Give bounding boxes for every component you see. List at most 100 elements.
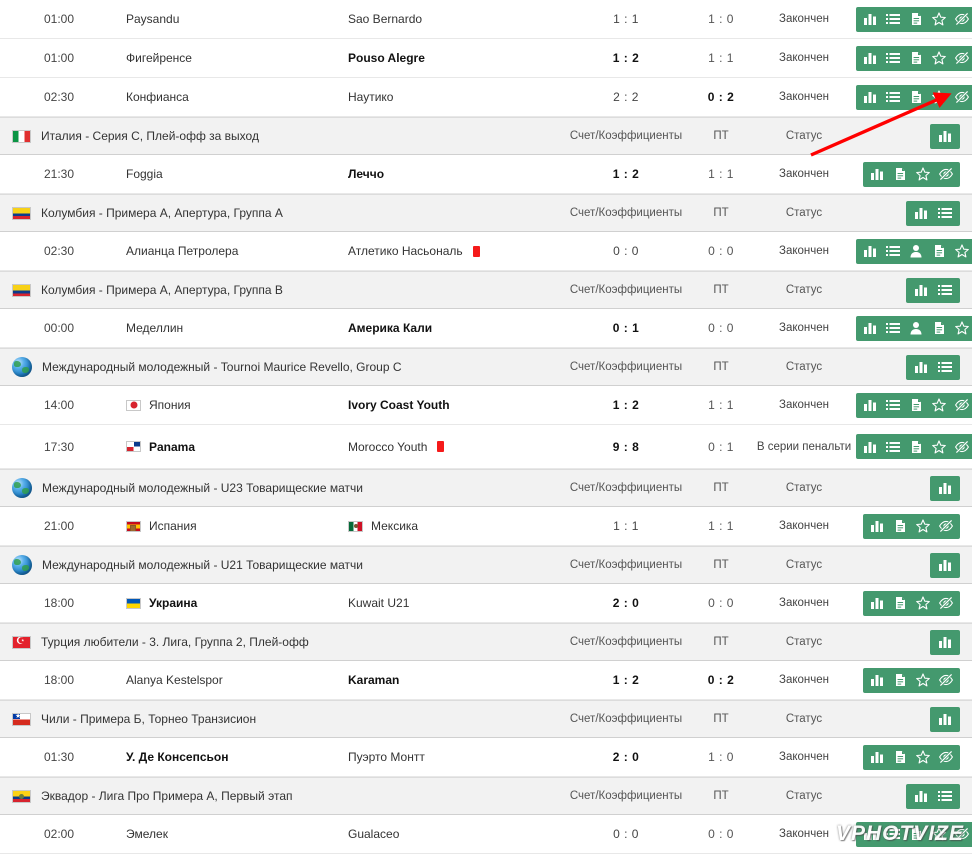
star-icon[interactable]	[932, 12, 946, 26]
home-team-cell[interactable]: Эмелек	[118, 827, 340, 841]
action-icon-bar[interactable]	[930, 552, 960, 578]
list-icon[interactable]	[938, 789, 952, 803]
bar-chart-icon[interactable]	[938, 481, 952, 495]
bar-chart-icon[interactable]	[863, 244, 877, 258]
document-icon[interactable]	[909, 51, 923, 65]
match-score[interactable]: 2 : 2	[562, 90, 690, 104]
league-name-cell[interactable]: Колумбия - Примера А, Апертура, Группа В	[0, 283, 562, 297]
document-icon[interactable]	[909, 12, 923, 26]
star-icon[interactable]	[916, 596, 930, 610]
action-icon-bar[interactable]	[906, 200, 960, 226]
list-icon[interactable]	[938, 206, 952, 220]
league-header-row[interactable]: Колумбия - Примера А, Апертура, Группа В…	[0, 271, 972, 309]
league-header-row[interactable]: Международный молодежный - U23 Товарищес…	[0, 469, 972, 507]
match-row[interactable]: 18:00 Alanya Kestelspor Karaman 1 : 2 0 : 2 З…	[0, 661, 972, 700]
list-icon[interactable]	[938, 360, 952, 374]
league-header-row[interactable]: Италия - Серия С, Плей-офф за выход Счет/…	[0, 117, 972, 155]
eye-slash-icon[interactable]	[955, 398, 969, 412]
action-icon-bar[interactable]	[856, 6, 972, 32]
match-score[interactable]: 1 : 2	[562, 51, 690, 65]
person-icon[interactable]	[909, 321, 923, 335]
match-row[interactable]: 17:30 Panama Morocco Youth 9 : 8 0 : 1 В сери…	[0, 425, 972, 469]
eye-slash-icon[interactable]	[939, 673, 953, 687]
home-team-cell[interactable]: Panama	[118, 440, 340, 454]
eye-slash-icon[interactable]	[955, 90, 969, 104]
league-name-cell[interactable]: Эквадор - Лига Про Примера А, Первый эта…	[0, 789, 562, 803]
league-header-row[interactable]: Чили - Примера Б, Торнео Транзисион Счет/…	[0, 700, 972, 738]
document-icon[interactable]	[932, 321, 946, 335]
bar-chart-icon[interactable]	[863, 12, 877, 26]
match-row[interactable]: 01:30 У. Де Консепсьон Пуэрто Монтт 2 : 0 1 …	[0, 738, 972, 777]
bar-chart-icon[interactable]	[863, 51, 877, 65]
league-header-row[interactable]: Колумбия - Примера А, Апертура, Группа А…	[0, 194, 972, 232]
action-icon-bar[interactable]	[906, 354, 960, 380]
action-icon-bar[interactable]	[930, 629, 960, 655]
bar-chart-icon[interactable]	[863, 440, 877, 454]
eye-slash-icon[interactable]	[955, 12, 969, 26]
eye-slash-icon[interactable]	[939, 519, 953, 533]
bar-chart-icon[interactable]	[870, 167, 884, 181]
home-team-cell[interactable]: Меделлин	[118, 321, 340, 335]
list-icon[interactable]	[886, 321, 900, 335]
away-team-cell[interactable]: Америка Кали	[340, 321, 562, 335]
match-score[interactable]: 2 : 0	[562, 596, 690, 610]
action-icon-bar[interactable]	[856, 84, 972, 110]
bar-chart-icon[interactable]	[863, 90, 877, 104]
action-icon-bar[interactable]	[863, 667, 960, 693]
action-icon-bar[interactable]	[856, 238, 972, 264]
action-icon-bar[interactable]	[930, 123, 960, 149]
home-team-cell[interactable]: Япония	[118, 398, 340, 412]
action-icon-bar[interactable]	[856, 45, 972, 71]
bar-chart-icon[interactable]	[863, 321, 877, 335]
home-team-cell[interactable]: Alanya Kestelspor	[118, 673, 340, 687]
person-icon[interactable]	[909, 244, 923, 258]
action-icon-bar[interactable]	[863, 590, 960, 616]
star-icon[interactable]	[916, 673, 930, 687]
match-score[interactable]: 9 : 8	[562, 440, 690, 454]
bar-chart-icon[interactable]	[914, 360, 928, 374]
eye-slash-icon[interactable]	[939, 167, 953, 181]
away-team-cell[interactable]: Karaman	[340, 673, 562, 687]
action-icon-bar[interactable]	[906, 783, 960, 809]
bar-chart-icon[interactable]	[914, 789, 928, 803]
league-name-cell[interactable]: Международный молодежный - Tournoi Mauri…	[0, 357, 562, 377]
home-team-cell[interactable]: Алианца Петролера	[118, 244, 340, 258]
bar-chart-icon[interactable]	[938, 712, 952, 726]
league-name-cell[interactable]: Италия - Серия С, Плей-офф за выход	[0, 129, 562, 143]
eye-slash-icon[interactable]	[939, 750, 953, 764]
league-name-cell[interactable]: Чили - Примера Б, Торнео Транзисион	[0, 712, 562, 726]
away-team-cell[interactable]: Morocco Youth	[340, 440, 562, 454]
bar-chart-icon[interactable]	[938, 635, 952, 649]
league-name-cell[interactable]: Колумбия - Примера А, Апертура, Группа А	[0, 206, 562, 220]
action-icon-bar[interactable]	[856, 392, 972, 418]
match-row[interactable]: 18:00 Украина Kuwait U21 2 : 0 0 : 0 Закончен	[0, 584, 972, 623]
home-team-cell[interactable]: Конфианса	[118, 90, 340, 104]
league-header-row[interactable]: Международный молодежный - Tournoi Mauri…	[0, 348, 972, 386]
match-score[interactable]: 2 : 0	[562, 750, 690, 764]
league-header-row[interactable]: Турция любители - 3. Лига, Группа 2, Пле…	[0, 623, 972, 661]
away-team-cell[interactable]: Пуэрто Монтт	[340, 750, 562, 764]
bar-chart-icon[interactable]	[863, 398, 877, 412]
list-icon[interactable]	[886, 244, 900, 258]
match-score[interactable]: 1 : 1	[562, 12, 690, 26]
match-row[interactable]: 02:30 Алианца Петролера Атлетико Насьональ…	[0, 232, 972, 271]
eye-slash-icon[interactable]	[955, 439, 969, 454]
action-icon-bar[interactable]	[863, 744, 960, 770]
match-row[interactable]: 01:00 Фигейренсе Pouso Alegre 1 : 2 1 : 1 Зак…	[0, 39, 972, 78]
away-team-cell[interactable]: Sao Bernardo	[340, 12, 562, 26]
action-icon-bar[interactable]	[906, 277, 960, 303]
bar-chart-icon[interactable]	[914, 283, 928, 297]
document-icon[interactable]	[893, 673, 907, 687]
document-icon[interactable]	[893, 519, 907, 533]
star-icon[interactable]	[916, 519, 930, 533]
document-icon[interactable]	[909, 440, 923, 454]
match-score[interactable]: 1 : 2	[562, 167, 690, 181]
star-icon[interactable]	[955, 244, 969, 258]
league-name-cell[interactable]: Международный молодежный - U23 Товарищес…	[0, 478, 562, 498]
match-score[interactable]: 0 : 0	[562, 244, 690, 258]
action-icon-bar[interactable]	[863, 513, 960, 539]
list-icon[interactable]	[886, 398, 900, 412]
star-icon[interactable]	[932, 439, 946, 454]
league-name-cell[interactable]: Турция любители - 3. Лига, Группа 2, Пле…	[0, 635, 562, 649]
list-icon[interactable]	[938, 283, 952, 297]
